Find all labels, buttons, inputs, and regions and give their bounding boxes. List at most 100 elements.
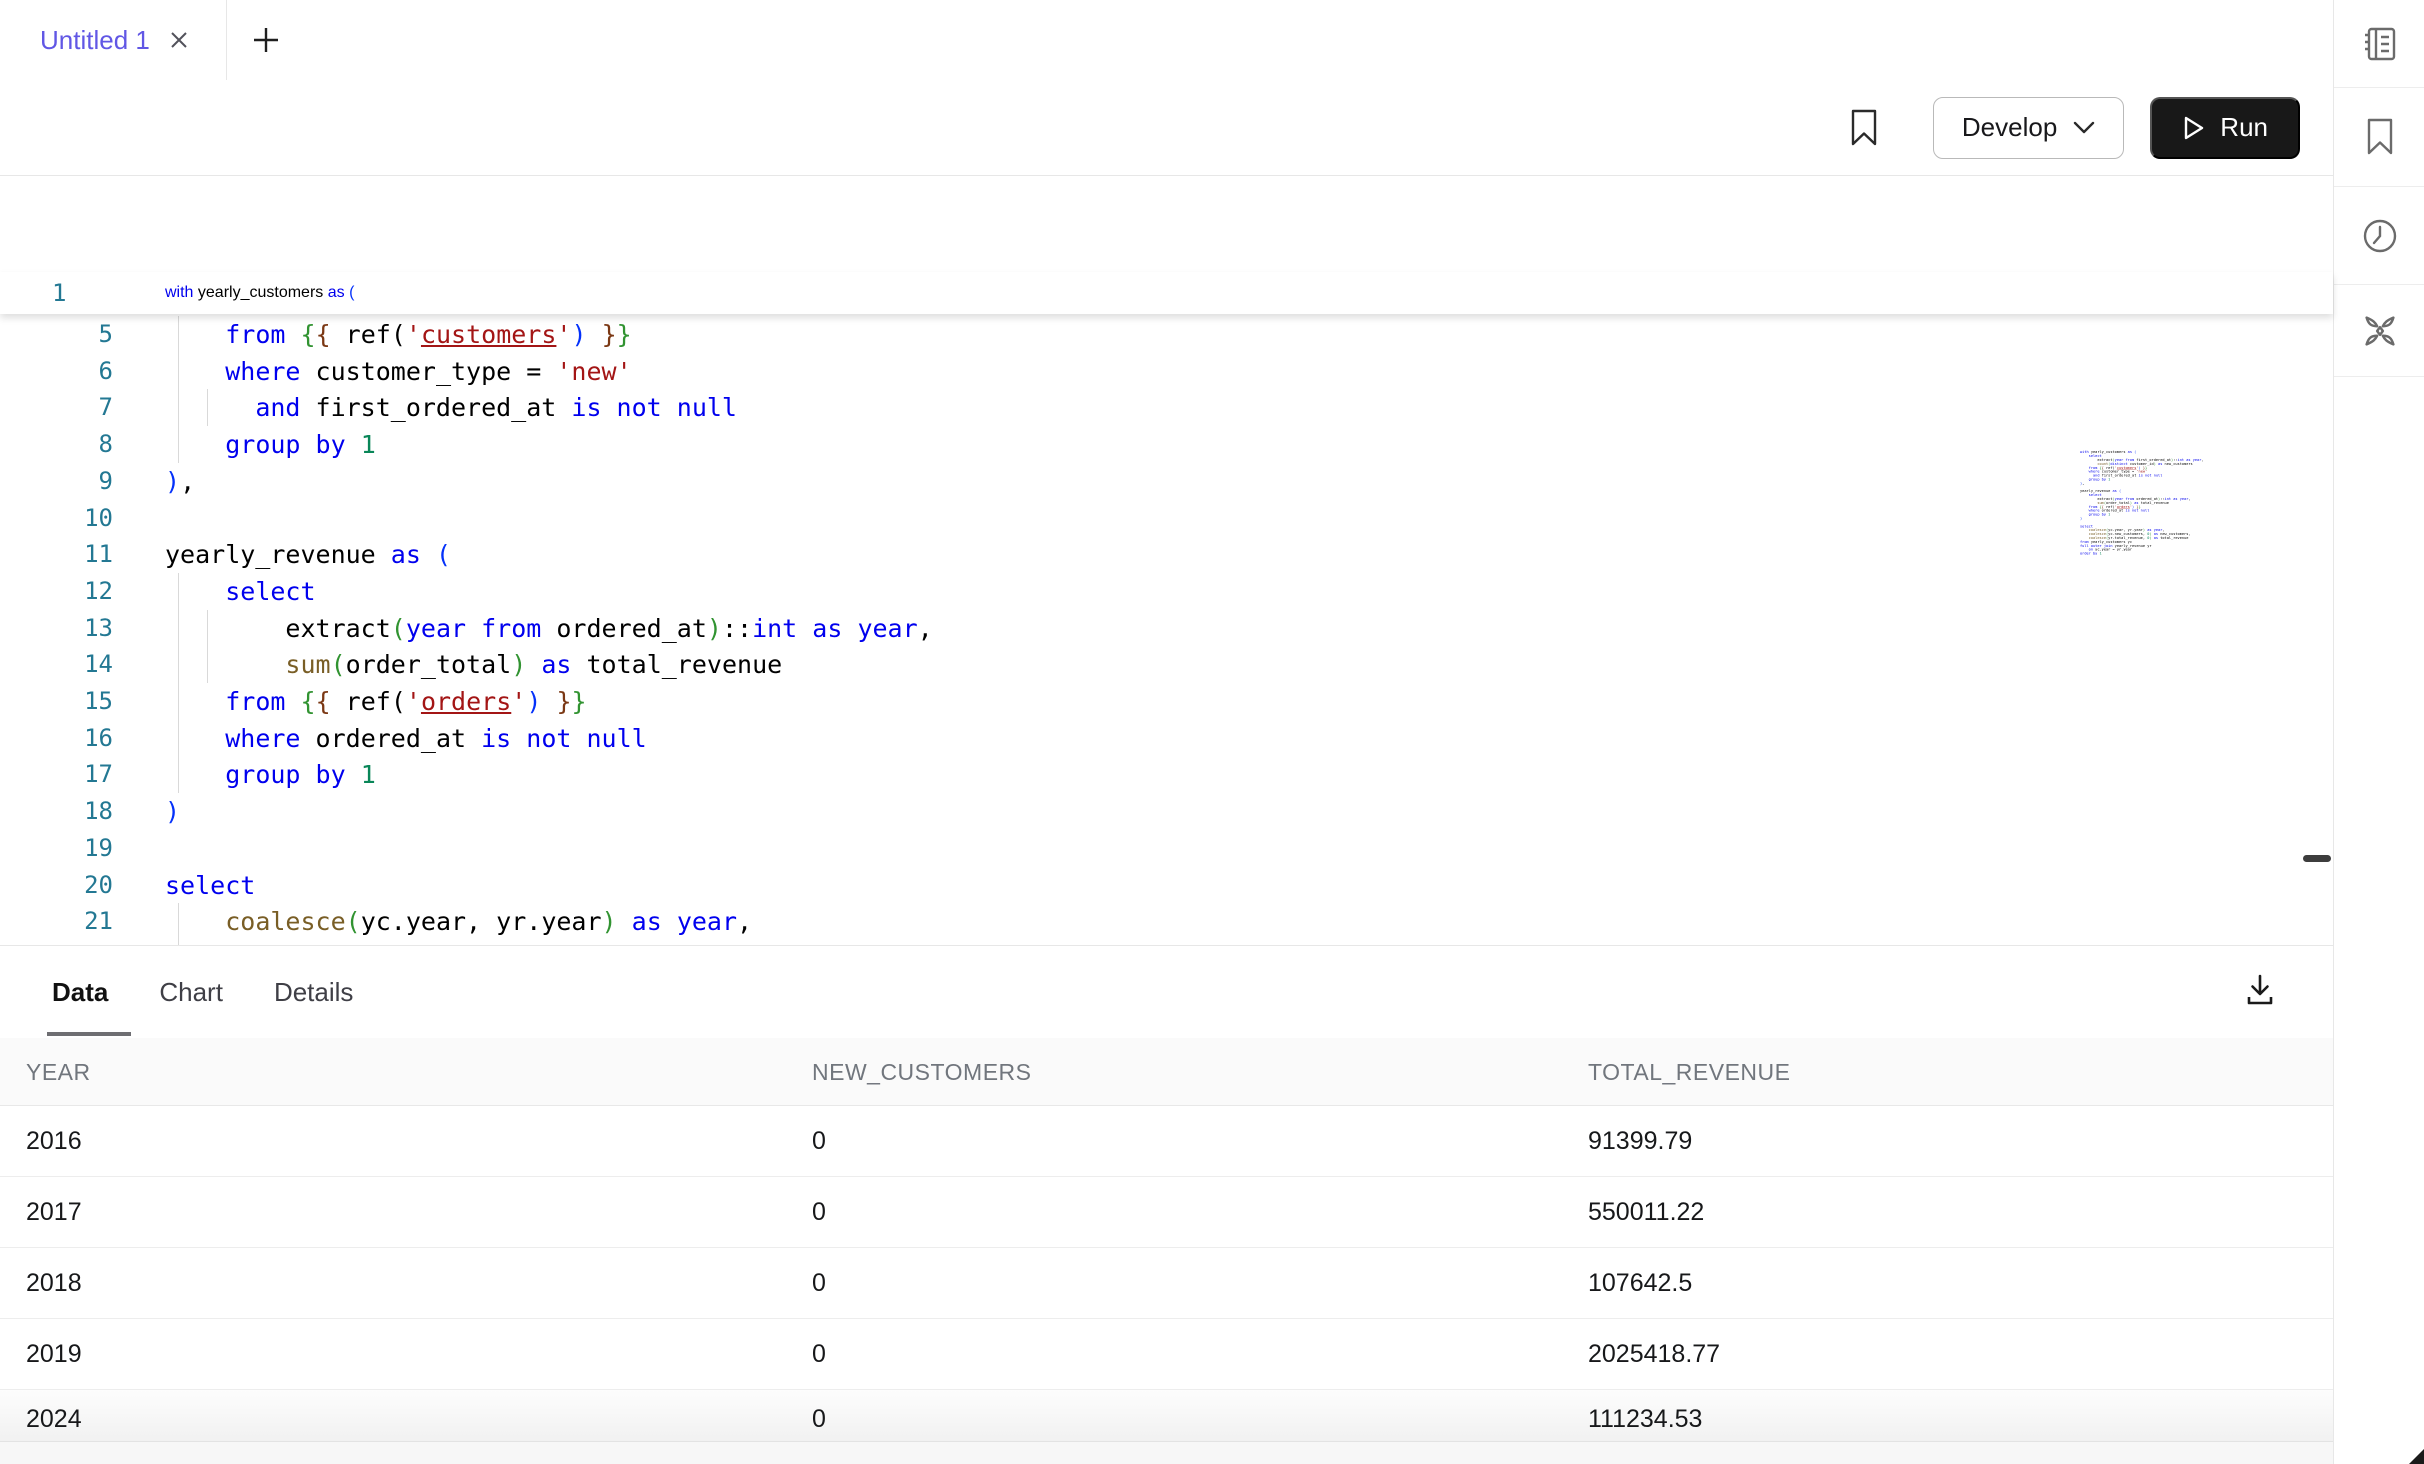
table-row[interactable]: 2024 0 111234.53 xyxy=(0,1390,2333,1442)
table-cell[interactable]: 550011.22 xyxy=(1588,1177,1704,1248)
code-line[interactable]: 14 sum(order_total) as total_revenue xyxy=(0,646,2333,683)
code-line[interactable]: 12 select xyxy=(0,573,2333,610)
code-line[interactable]: 10 xyxy=(0,500,2333,537)
code-token: 'new' xyxy=(556,357,631,386)
code-line[interactable]: 13 extract(year from ordered_at)::int as… xyxy=(0,610,2333,647)
play-icon xyxy=(2182,115,2206,141)
code-line[interactable]: 19 xyxy=(0,830,2333,867)
sidebar-item-explore[interactable] xyxy=(2334,285,2424,377)
table-cell[interactable]: 2024 xyxy=(26,1390,82,1442)
column-header[interactable]: YEAR xyxy=(26,1038,91,1106)
code-line[interactable]: 6 where customer_type = 'new' xyxy=(0,353,2333,390)
line-number: 12 xyxy=(0,573,113,610)
code-line-text: extract(year from ordered_at)::int as ye… xyxy=(165,610,933,647)
code-token xyxy=(165,577,225,606)
sql-ide-window: Untitled 1 Develop Run Query xyxy=(0,0,2424,1464)
code-line[interactable]: 5 from {{ ref('customers') }} xyxy=(0,316,2333,353)
code-line[interactable]: 20select xyxy=(0,867,2333,904)
run-label: Run xyxy=(2220,112,2268,143)
code-line-text: with yearly_customers as ( xyxy=(165,272,354,314)
code-line[interactable]: 8 group by 1 xyxy=(0,426,2333,463)
table-cell[interactable]: 91399.79 xyxy=(1588,1106,1692,1177)
code-editor[interactable]: 5 from {{ ref('customers') }}6 where cus… xyxy=(0,177,2333,946)
table-cell[interactable]: 2019 xyxy=(26,1319,82,1390)
table-cell[interactable]: 111234.53 xyxy=(1588,1390,1702,1442)
code-token: first_ordered_at xyxy=(300,393,571,422)
line-number: 9 xyxy=(0,463,113,500)
new-tab-button[interactable] xyxy=(244,18,288,62)
develop-dropdown[interactable]: Develop xyxy=(1933,97,2124,159)
line-number: 16 xyxy=(0,720,113,757)
editor-tab-untitled-1[interactable]: Untitled 1 xyxy=(0,0,227,80)
close-icon[interactable] xyxy=(168,29,190,51)
code-token: ) xyxy=(165,467,180,496)
table-cell[interactable]: 107642.5 xyxy=(1588,1248,1692,1319)
bookmark-button[interactable] xyxy=(1849,109,1879,147)
bookmark-icon xyxy=(1849,109,1879,147)
code-line[interactable]: 18) xyxy=(0,793,2333,830)
scrollbar-thumb[interactable] xyxy=(2303,855,2331,862)
code-token: } xyxy=(602,320,617,349)
table-cell[interactable]: 0 xyxy=(812,1390,826,1442)
code-token: , xyxy=(180,467,195,496)
code-line[interactable]: 15 from {{ ref('orders') }} xyxy=(0,683,2333,720)
line-number: 7 xyxy=(0,389,113,426)
code-line-text: and first_ordered_at is not null xyxy=(165,389,737,426)
table-header-row: YEAR NEW_CUSTOMERS TOTAL_REVENUE xyxy=(0,1038,2333,1106)
results-tab-details[interactable]: Details xyxy=(274,977,353,1008)
sidebar-item-bookmarks[interactable] xyxy=(2334,88,2424,187)
download-button[interactable] xyxy=(2238,968,2282,1012)
editor-lines: 5 from {{ ref('customers') }}6 where cus… xyxy=(0,316,2333,945)
code-token: ' xyxy=(556,320,571,349)
code-token: ) xyxy=(571,320,586,349)
table-cell[interactable]: 2018 xyxy=(26,1248,82,1319)
table-cell[interactable]: 2025418.77 xyxy=(1588,1319,1720,1390)
code-token: ) xyxy=(526,687,541,716)
sticky-scroll-line[interactable]: 1 with yearly_customers as ( xyxy=(0,272,2333,314)
code-token: :: xyxy=(722,614,752,643)
line-number: 1 xyxy=(52,272,66,314)
code-line-text: yearly_revenue as ( xyxy=(165,536,451,573)
code-line-text: where ordered_at is not null xyxy=(165,720,647,757)
code-line[interactable]: 7 and first_ordered_at is not null xyxy=(0,389,2333,426)
code-token: orders xyxy=(421,687,511,716)
results-tab-data[interactable]: Data xyxy=(52,977,108,1008)
code-token xyxy=(617,907,632,936)
code-line[interactable]: 17 group by 1 xyxy=(0,756,2333,793)
code-token: customers xyxy=(421,320,556,349)
resize-corner[interactable] xyxy=(2409,1449,2424,1464)
horizontal-scrollbar-track[interactable] xyxy=(0,1441,2333,1464)
results-tab-chart[interactable]: Chart xyxy=(159,977,223,1008)
table-cell[interactable]: 0 xyxy=(812,1177,826,1248)
table-cell[interactable]: 2016 xyxy=(26,1106,82,1177)
code-token: ' xyxy=(406,320,421,349)
column-header[interactable]: NEW_CUSTOMERS xyxy=(812,1038,1032,1106)
code-token: ( xyxy=(391,614,406,643)
run-button[interactable]: Run xyxy=(2150,97,2300,159)
sidebar-item-history[interactable] xyxy=(2334,187,2424,285)
column-header[interactable]: TOTAL_REVENUE xyxy=(1588,1038,1790,1106)
table-row[interactable]: 2019 0 2025418.77 xyxy=(0,1319,2333,1390)
table-cell[interactable]: 0 xyxy=(812,1106,826,1177)
download-icon xyxy=(2242,972,2278,1008)
table-cell[interactable]: 0 xyxy=(812,1248,826,1319)
table-cell[interactable]: 0 xyxy=(812,1319,826,1390)
table-row[interactable]: 2017 0 550011.22 xyxy=(0,1177,2333,1248)
code-line[interactable]: 21 coalesce(yc.year, yr.year) as year, xyxy=(0,903,2333,940)
line-number: 21 xyxy=(0,903,113,940)
code-token: from xyxy=(225,320,285,349)
minimap[interactable]: with yearly_customers as ( select extrac… xyxy=(2080,450,2310,570)
code-token xyxy=(842,614,857,643)
sidebar-item-notebook[interactable] xyxy=(2334,0,2424,88)
code-token xyxy=(165,357,225,386)
code-line[interactable]: 9), xyxy=(0,463,2333,500)
table-row[interactable]: 2018 0 107642.5 xyxy=(0,1248,2333,1319)
line-number: 15 xyxy=(0,683,113,720)
table-row[interactable]: 2016 0 91399.79 xyxy=(0,1106,2333,1177)
table-cell[interactable]: 2017 xyxy=(26,1177,82,1248)
line-number: 8 xyxy=(0,426,113,463)
code-line[interactable]: 11yearly_revenue as ( xyxy=(0,536,2333,573)
code-token: { xyxy=(301,320,316,349)
code-line[interactable]: 16 where ordered_at is not null xyxy=(0,720,2333,757)
line-number: 17 xyxy=(0,756,113,793)
